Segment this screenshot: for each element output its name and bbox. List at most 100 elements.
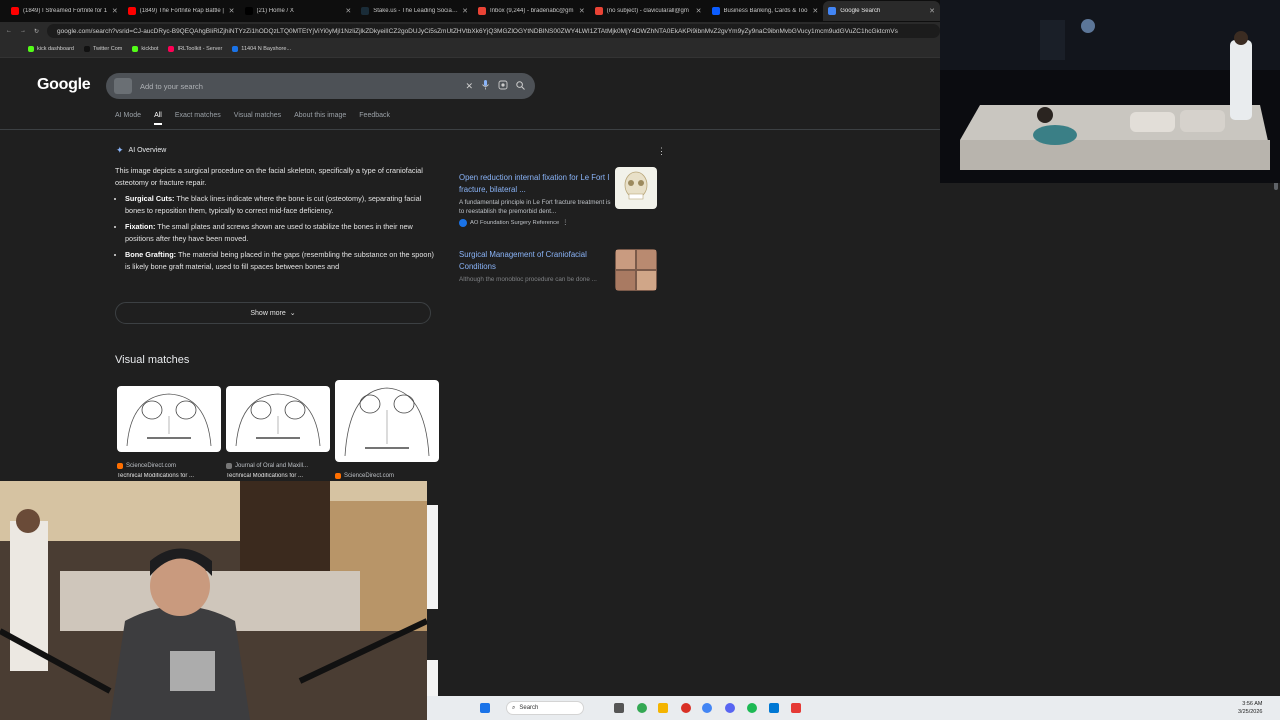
clock-time: 3:56 AM: [1242, 701, 1263, 707]
file-explorer-icon[interactable]: [658, 703, 668, 713]
tab-favicon-icon: [478, 7, 486, 15]
source-card-title[interactable]: Open reduction internal fixation for Le …: [459, 172, 611, 196]
reload-icon[interactable]: ↻: [34, 28, 39, 35]
back-icon[interactable]: ←: [6, 28, 12, 34]
bullet-text: The small plates and screws shown are us…: [125, 222, 413, 243]
browser-tab[interactable]: (21) Home / X ✕: [240, 1, 357, 21]
bookmark-item[interactable]: Twitter Com: [84, 45, 122, 52]
bookmark-favicon-icon: [132, 45, 139, 52]
show-more-button[interactable]: Show more ⌄: [115, 302, 431, 324]
visual-match-item[interactable]: Journal of Oral and Maxill... Technical M…: [226, 386, 330, 479]
bookmark-item[interactable]: 11404 N Bayshore...: [232, 45, 291, 52]
bookmark-label: kickbot: [141, 45, 159, 52]
bookmark-label: kick dashboard: [37, 45, 74, 52]
tab-favicon-icon: [594, 7, 603, 15]
visual-match-image[interactable]: [335, 380, 439, 462]
browser-tab[interactable]: Google Search ✕: [823, 1, 940, 21]
tab-favicon-icon: [244, 7, 253, 15]
search-icon[interactable]: [516, 80, 525, 92]
bullet-term: Bone Grafting:: [125, 250, 177, 259]
result-image-edge: [427, 660, 438, 696]
search-tab[interactable]: AI Mode: [115, 112, 141, 125]
taskbar-search[interactable]: ⌕ Search: [506, 701, 584, 715]
sparkle-icon: ✦: [116, 145, 124, 155]
close-icon[interactable]: ✕: [812, 7, 818, 15]
bookmark-favicon-icon: [84, 45, 90, 52]
google-logo[interactable]: Google: [37, 76, 91, 94]
browser-tab[interactable]: Business Banking, Cards & Too ✕: [707, 1, 824, 21]
more-options-icon[interactable]: ⋮: [562, 220, 568, 226]
forward-icon[interactable]: →: [20, 28, 26, 34]
source-name: ScienceDirect.com: [126, 463, 177, 469]
close-icon[interactable]: ✕: [696, 7, 702, 15]
close-icon[interactable]: ✕: [929, 7, 935, 15]
system-clock[interactable]: 3:56 AM 3/25/2026: [1238, 700, 1262, 716]
patient-photos-thumbnail[interactable]: [615, 249, 657, 291]
more-options-icon[interactable]: ⋮: [657, 146, 666, 157]
bookmark-label: IRLToolkit - Server: [177, 45, 223, 52]
search-tab[interactable]: Exact matches: [175, 112, 221, 125]
close-icon[interactable]: ✕: [345, 7, 351, 15]
clear-icon[interactable]: ✕: [465, 81, 473, 92]
source-card-title[interactable]: Surgical Management of Craniofacial Cond…: [459, 249, 611, 273]
visual-match-item[interactable]: ScienceDirect.com Technical Modifications…: [117, 386, 221, 479]
chrome-profile-icon[interactable]: [702, 703, 712, 713]
ai-overview-header: ✦ AI Overview: [116, 145, 166, 156]
search-tab[interactable]: Visual matches: [234, 112, 281, 125]
ai-overview-list: Surgical Cuts: The black lines indicate …: [115, 193, 435, 273]
visual-match-title[interactable]: Technical Modifications for ...: [226, 473, 330, 479]
app-icon[interactable]: [769, 703, 779, 713]
bullet-term: Fixation:: [125, 222, 156, 231]
windows-start-icon[interactable]: [480, 703, 490, 713]
bookmark-item[interactable]: kick dashboard: [28, 45, 74, 52]
query-image-thumbnail[interactable]: [114, 78, 132, 94]
result-image-edge: [427, 505, 438, 609]
bookmarks-bar: kick dashboard Twitter Com kickbot IRLToolk…: [0, 40, 940, 58]
visual-match-image[interactable]: [117, 386, 221, 452]
bookmark-favicon-icon: [28, 45, 34, 52]
close-icon[interactable]: ✕: [579, 7, 585, 15]
visual-match-item[interactable]: ScienceDirect.comSoft Tissue Changes in …: [335, 380, 439, 489]
source-name: ScienceDirect.com: [344, 473, 395, 479]
app-icon[interactable]: [681, 703, 691, 713]
search-input[interactable]: Add to your search: [140, 82, 457, 91]
task-view-icon[interactable]: [614, 703, 624, 713]
lens-icon[interactable]: [498, 80, 508, 92]
visual-match-title[interactable]: Technical Modifications for ...: [117, 473, 221, 479]
obs-icon[interactable]: [791, 703, 801, 713]
search-tab[interactable]: All: [154, 112, 162, 125]
visual-match-image[interactable]: [226, 386, 330, 452]
browser-tab[interactable]: (no subject) - clavicularall@gm ✕: [590, 1, 707, 21]
search-tab[interactable]: About this image: [294, 112, 346, 125]
browser-tab[interactable]: (1849) I Streamed Fortnite for 1 ✕: [6, 1, 123, 21]
browser-tab[interactable]: Inbox (9,244) - bradenabc@gm ✕: [473, 1, 590, 21]
discord-icon[interactable]: [725, 703, 735, 713]
close-icon[interactable]: ✕: [229, 7, 235, 15]
tab-strip: (1849) I Streamed Fortnite for 1 ✕ (1849) …: [0, 0, 940, 22]
visual-match-source: ScienceDirect.com: [117, 463, 221, 469]
source-card[interactable]: Open reduction internal fixation for Le …: [459, 167, 659, 227]
skull-diagram-thumbnail[interactable]: [615, 167, 657, 209]
spotify-icon[interactable]: [747, 703, 757, 713]
browser-tab[interactable]: Stake.us - The Leading Social C ✕: [356, 1, 473, 21]
visual-match-source: Journal of Oral and Maxill...: [226, 463, 330, 469]
webcam-overlay-streamer: [0, 481, 427, 720]
bookmark-item[interactable]: IRLToolkit - Server: [168, 45, 223, 52]
tab-title: Google Search: [840, 8, 881, 14]
taskbar-search-label: Search: [519, 705, 539, 711]
browser-tab[interactable]: (1849) The Fortnite Rap Battle | ✕: [123, 1, 240, 21]
bookmark-item[interactable]: kickbot: [132, 45, 159, 52]
tab-favicon-icon: [11, 7, 19, 15]
address-bar[interactable]: google.com/search?vsrid=CJ-aucDRyc-B9QEQ…: [47, 24, 940, 38]
source-card[interactable]: Surgical Management of Craniofacial Cond…: [459, 249, 659, 291]
chrome-icon[interactable]: [637, 703, 647, 713]
site-favicon-icon: [226, 463, 232, 469]
search-box[interactable]: Add to your search ✕: [106, 73, 535, 99]
search-tab[interactable]: Feedback: [359, 112, 390, 125]
tab-title: (1849) The Fortnite Rap Battle |: [139, 8, 224, 14]
close-icon[interactable]: ✕: [462, 7, 468, 15]
mic-icon[interactable]: [481, 80, 490, 92]
close-icon[interactable]: ✕: [112, 7, 118, 15]
tab-favicon-icon: [361, 7, 370, 15]
bookmark-favicon-icon: [168, 45, 175, 52]
